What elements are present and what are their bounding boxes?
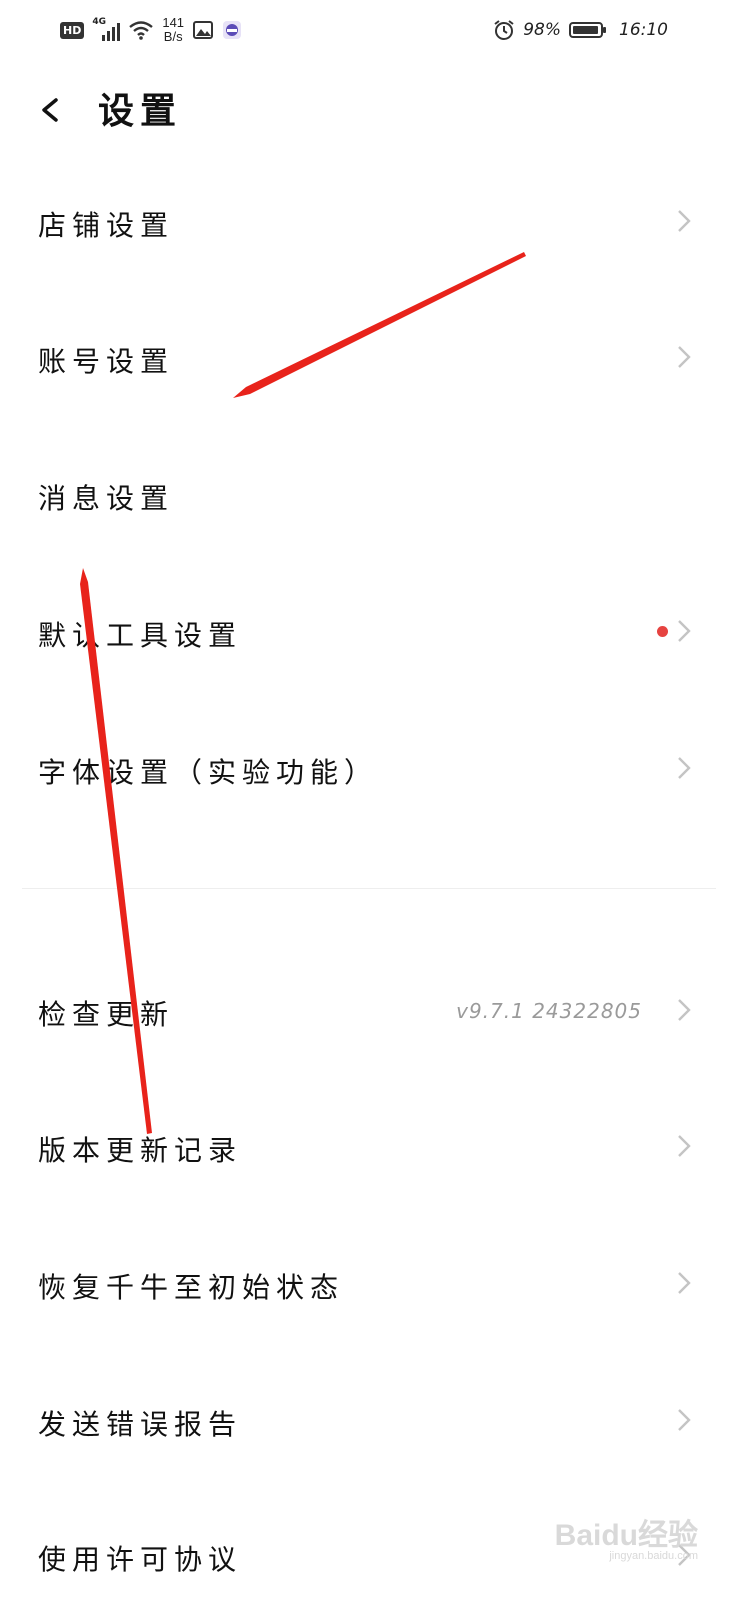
menu-item-label: 检查更新 — [38, 998, 175, 1031]
menu-item-account-settings[interactable]: 账号设置 — [0, 312, 738, 402]
back-icon[interactable] — [38, 90, 68, 130]
menu-item-send-error-report[interactable]: 发送错误报告 — [0, 1375, 738, 1465]
menu-item-check-update[interactable]: 检查更新 v9.7.1 24322805 — [0, 965, 738, 1055]
menu-item-message-settings[interactable]: 消息设置 — [0, 449, 738, 539]
menu-item-label: 账号设置 — [38, 345, 175, 378]
menu-item-default-tool-settings[interactable]: 默认工具设置 — [0, 586, 738, 676]
chevron-right-icon — [678, 1409, 691, 1431]
menu-item-label: 版本更新记录 — [38, 1134, 243, 1167]
chevron-right-icon — [678, 346, 691, 368]
status-right: 98% 16:10 — [493, 12, 668, 48]
menu-item-label: 恢复千牛至初始状态 — [38, 1271, 345, 1304]
menu-item-label: 发送错误报告 — [38, 1408, 243, 1441]
image-notification-icon — [193, 21, 214, 39]
chevron-right-icon — [678, 757, 691, 779]
menu-item-store-settings[interactable]: 店铺设置 — [0, 176, 738, 266]
cell-signal-icon: 4G — [92, 17, 121, 41]
app-notification-icon — [223, 21, 242, 39]
menu-item-label: 默认工具设置 — [38, 619, 243, 652]
hd-badge: HD — [60, 21, 85, 39]
network-type: 4G — [92, 17, 106, 27]
menu-item-font-settings[interactable]: 字体设置（实验功能） — [0, 723, 738, 813]
header: 设置 — [0, 60, 738, 160]
battery-percent: 98% — [523, 20, 561, 40]
chevron-right-icon — [678, 999, 691, 1021]
net-speed-unit: B/s — [163, 29, 183, 44]
chevron-right-icon — [678, 210, 691, 232]
menu-item-label: 店铺设置 — [38, 209, 175, 242]
chevron-right-icon — [678, 1135, 691, 1157]
chevron-right-icon — [678, 620, 691, 642]
section-divider — [22, 888, 716, 889]
menu-item-label: 字体设置（实验功能） — [38, 756, 379, 789]
menu-item-update-history[interactable]: 版本更新记录 — [0, 1101, 738, 1191]
menu-item-reset-app[interactable]: 恢复千牛至初始状态 — [0, 1238, 738, 1328]
watermark-logo: Baidu经验 jingyan.baidu.com — [555, 1510, 698, 1562]
battery-icon — [569, 22, 606, 38]
chevron-right-icon — [678, 1272, 691, 1294]
page-title: 设置 — [98, 90, 183, 132]
menu-item-label: 消息设置 — [38, 482, 175, 515]
net-speed-value: 141 — [162, 15, 185, 30]
wifi-icon — [129, 21, 154, 40]
watermark-brand: Baidu经验 — [554, 1519, 698, 1552]
battery-fill — [573, 26, 599, 34]
net-speed: 141 B/s — [162, 16, 184, 44]
clock: 16:10 — [619, 20, 668, 40]
status-left: HD 4G 141 B/s — [60, 12, 242, 48]
menu-item-label: 使用许可协议 — [38, 1543, 243, 1576]
version-text: v9.7.1 24322805 — [456, 999, 642, 1023]
alarm-icon — [494, 20, 514, 40]
status-bar: HD 4G 141 B/s 98% 16:10 — [0, 0, 738, 60]
new-badge-dot — [657, 626, 668, 637]
